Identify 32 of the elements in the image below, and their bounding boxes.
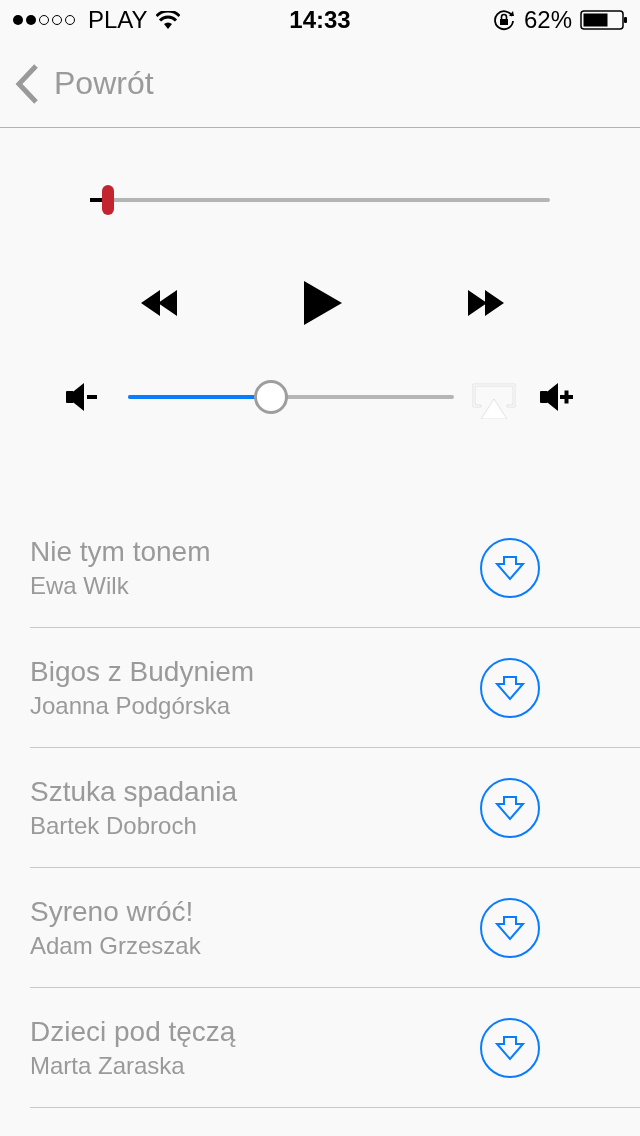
progress-thumb[interactable]: [102, 185, 115, 215]
carrier-name: PLAY: [88, 6, 148, 34]
wifi-icon: [155, 11, 180, 29]
track-author: Joanna Podgórska: [30, 691, 232, 720]
download-icon[interactable]: [480, 777, 540, 838]
download-icon[interactable]: [480, 1017, 540, 1078]
track-author: Ewa Wilk: [30, 571, 130, 600]
track-title: Bigos z Budyniem: [30, 655, 255, 688]
battery-percent: 62%: [523, 6, 572, 34]
volume-up-icon: [540, 383, 574, 411]
track-title: Syreno wróć!: [30, 895, 195, 928]
rotation-lock-icon: [491, 8, 516, 32]
rewind-icon[interactable]: [141, 290, 177, 316]
progress-slider[interactable]: [90, 185, 550, 215]
track-author: Marta Zaraska: [30, 1051, 186, 1080]
chevron-icon: [14, 62, 40, 105]
download-icon[interactable]: [480, 897, 540, 958]
battery-icon: [580, 10, 628, 30]
download-icon[interactable]: [480, 657, 540, 718]
volume-down-icon: [66, 383, 98, 411]
track-author: Adam Grzeszak: [30, 931, 201, 960]
back-button[interactable]: Powrót: [14, 62, 154, 105]
track-title: Dzieci pod tęczą: [30, 1015, 236, 1048]
download-icon[interactable]: [480, 537, 540, 598]
volume-slider[interactable]: [128, 380, 454, 414]
track-author: Bartek Dobroch: [30, 811, 198, 840]
play-icon[interactable]: [303, 281, 342, 325]
track-title: Sztuka spadania: [30, 775, 238, 808]
clock: 14:33: [289, 6, 351, 34]
fast-forward-icon[interactable]: [468, 290, 504, 316]
track-title: Nie tym tonem: [30, 535, 211, 568]
volume-thumb[interactable]: [254, 380, 289, 414]
